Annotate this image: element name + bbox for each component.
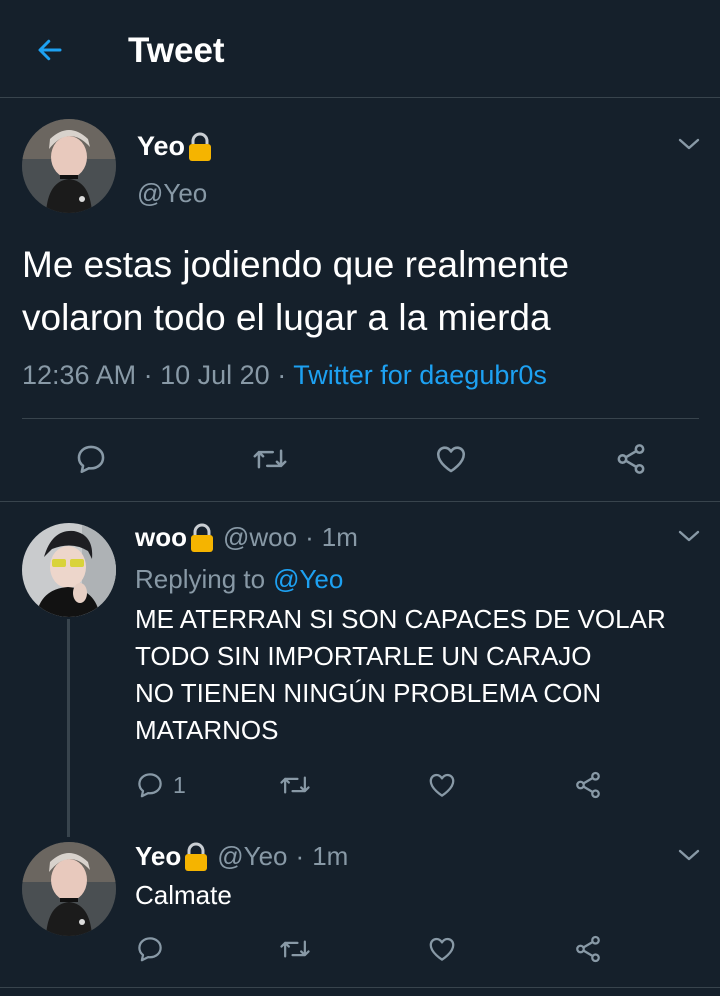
thread-line xyxy=(67,619,70,837)
reply-text-line: NO TIENEN NINGÚN PROBLEMA CON xyxy=(135,678,602,708)
replying-to-label: Replying to xyxy=(135,564,266,594)
reply-text-line: MATARNOS xyxy=(135,715,279,745)
tweet-meta: 12:36 AM · 10 Jul 20 · Twitter for daegu… xyxy=(22,360,547,391)
chevron-down-icon xyxy=(678,530,700,542)
lock-icon xyxy=(183,842,209,872)
tweet-text: Me estas jodiendo que realmente volaron … xyxy=(22,244,570,338)
tweet-time[interactable]: 12:36 AM xyxy=(22,360,136,390)
reply-text-line: ME ATERRAN SI SON CAPACES DE VOLAR xyxy=(135,604,666,634)
share-icon xyxy=(617,444,645,474)
retweet-button[interactable] xyxy=(279,770,311,800)
chevron-down-icon xyxy=(678,849,700,861)
page-title: Tweet xyxy=(128,31,225,70)
share-button[interactable] xyxy=(613,442,649,476)
like-icon xyxy=(429,773,455,797)
reply-author-row: woo @woo · 1m xyxy=(135,522,358,553)
divider xyxy=(0,987,720,988)
reply-text-line: TODO SIN IMPORTARLE UN CARAJO xyxy=(135,641,592,671)
divider xyxy=(0,501,720,502)
separator: · xyxy=(305,522,314,552)
replying-to: Replying to @Yeo xyxy=(135,564,343,595)
author-handle[interactable]: @Yeo xyxy=(137,178,207,209)
like-icon xyxy=(429,937,455,961)
retweet-button[interactable] xyxy=(279,934,311,964)
reply-author-name[interactable]: Yeo xyxy=(135,841,181,872)
lock-icon xyxy=(189,523,215,553)
reply-icon xyxy=(138,937,162,962)
retweet-button[interactable] xyxy=(252,442,288,476)
retweet-icon xyxy=(280,940,310,958)
reply-time[interactable]: 1m xyxy=(312,841,348,872)
like-button[interactable] xyxy=(426,934,458,964)
reply-text: Calmate xyxy=(135,880,232,910)
reply-button[interactable]: 1 xyxy=(135,770,186,800)
avatar[interactable] xyxy=(22,119,116,213)
like-icon xyxy=(436,446,466,473)
more-options-button[interactable] xyxy=(675,841,703,869)
more-options-button[interactable] xyxy=(675,130,703,158)
reply-author-name[interactable]: woo xyxy=(135,522,187,553)
tweet-source[interactable]: Twitter for daegubr0s xyxy=(293,360,547,390)
reply-author-handle[interactable]: @woo xyxy=(223,522,297,553)
avatar[interactable] xyxy=(22,842,116,936)
reply-text: ME ATERRAN SI SON CAPACES DE VOLAR TODO … xyxy=(135,601,705,749)
retweet-icon xyxy=(280,776,310,794)
more-options-button[interactable] xyxy=(675,522,703,550)
chevron-down-icon xyxy=(678,138,700,150)
share-button[interactable] xyxy=(572,770,604,800)
lock-icon xyxy=(187,132,213,162)
separator: · xyxy=(143,360,153,390)
avatar[interactable] xyxy=(22,523,116,617)
reply-icon xyxy=(138,773,162,798)
arrow-left-icon xyxy=(38,39,62,61)
avatar-image xyxy=(22,119,116,213)
retweet-icon xyxy=(253,449,287,469)
author-row: Yeo xyxy=(137,131,213,162)
back-button[interactable] xyxy=(30,30,70,70)
replying-to-handle[interactable]: @Yeo xyxy=(273,564,343,595)
reply-author-row: Yeo @Yeo · 1m xyxy=(135,841,348,872)
avatar-image xyxy=(22,523,116,617)
share-icon xyxy=(576,935,600,963)
separator: · xyxy=(295,841,305,871)
reply-button[interactable] xyxy=(74,442,108,476)
top-bar: Tweet xyxy=(0,0,720,98)
like-button[interactable] xyxy=(426,770,458,800)
reply-author-handle[interactable]: @Yeo xyxy=(217,841,287,872)
separator: · xyxy=(277,360,287,390)
author-name[interactable]: Yeo xyxy=(137,131,185,162)
divider xyxy=(22,418,699,419)
reply-count: 1 xyxy=(173,771,186,798)
like-button[interactable] xyxy=(433,442,469,476)
reply-icon xyxy=(77,445,105,474)
tweet-date[interactable]: 10 Jul 20 xyxy=(160,360,270,390)
share-button[interactable] xyxy=(572,934,604,964)
reply-time[interactable]: 1m xyxy=(322,522,358,553)
reply-button[interactable] xyxy=(135,934,165,964)
share-icon xyxy=(576,771,600,799)
avatar-image xyxy=(22,842,116,936)
